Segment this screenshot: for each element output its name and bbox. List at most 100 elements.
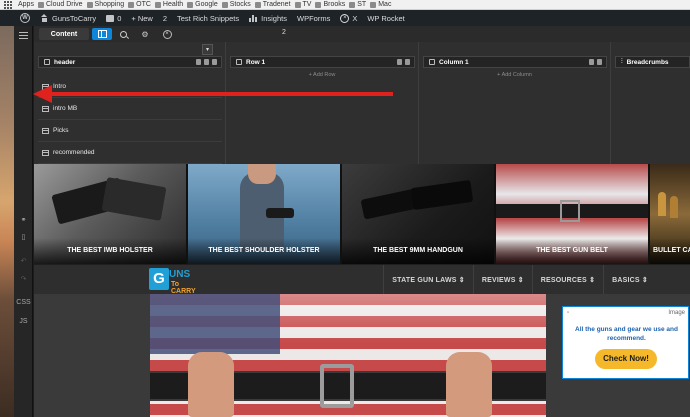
apps-grid-icon[interactable] bbox=[4, 1, 12, 9]
wp-logo-menu[interactable]: W bbox=[0, 10, 35, 26]
category-tile[interactable]: THE BEST IWB HOLSTER bbox=[34, 164, 186, 264]
gear-icon: ⚙ bbox=[141, 29, 149, 39]
list-item[interactable]: recommended bbox=[38, 142, 222, 164]
logo-subtitle: To CARRY bbox=[171, 281, 196, 295]
x-circle-icon: × bbox=[340, 13, 350, 23]
bookmark-label: Stocks bbox=[229, 1, 251, 8]
wordpress-icon: W bbox=[20, 13, 30, 23]
category-tile[interactable]: THE BEST GUN BELT bbox=[496, 164, 648, 264]
list-item[interactable]: intro MB bbox=[38, 98, 222, 120]
trash-icon[interactable] bbox=[212, 59, 217, 65]
row-block[interactable]: Row 1 bbox=[230, 56, 415, 68]
builder-side-rail: ⚭ ▯ ↶ ↷ CSS JS bbox=[14, 26, 33, 417]
search-icon[interactable] bbox=[196, 59, 201, 65]
copy-icon[interactable] bbox=[589, 59, 594, 65]
list-item[interactable]: Picks bbox=[38, 120, 222, 142]
header-block[interactable]: header bbox=[38, 56, 222, 68]
category-tile[interactable]: THE BEST SHOULDER HOLSTER bbox=[188, 164, 340, 264]
x-label: X bbox=[352, 13, 358, 23]
updates-badge[interactable]: 2 bbox=[158, 10, 172, 26]
device-icon[interactable]: ▯ bbox=[14, 233, 33, 241]
logo-letter: G bbox=[149, 268, 169, 290]
js-button[interactable]: JS bbox=[14, 318, 33, 325]
layout-button[interactable] bbox=[92, 28, 112, 40]
nav-state-gun-laws[interactable]: STATE GUN LAWS ⇕ bbox=[383, 265, 473, 295]
desktop-wallpaper bbox=[0, 26, 14, 417]
nav-resources[interactable]: RESOURCES ⇕ bbox=[531, 265, 603, 295]
bookmark-mac[interactable]: Mac bbox=[370, 1, 391, 8]
search-button[interactable] bbox=[112, 28, 134, 40]
insights-label: Insights bbox=[261, 13, 287, 23]
trash-icon[interactable] bbox=[597, 59, 602, 65]
collapse-toggle[interactable]: ▾ bbox=[202, 44, 213, 55]
settings-button[interactable]: ⚙ bbox=[134, 28, 156, 40]
search-icon bbox=[119, 30, 127, 38]
close-button[interactable]: × bbox=[156, 28, 178, 40]
breadcrumbs-column: ⫶ Breadcrumbs bbox=[611, 42, 690, 164]
folder-icon bbox=[221, 1, 228, 8]
bookmark-otc[interactable]: OTC bbox=[128, 1, 151, 8]
bookmark-stocks[interactable]: Stocks bbox=[221, 1, 251, 8]
builder-toolbar: Content ⚙ × 2 bbox=[34, 26, 690, 42]
comments-menu[interactable]: 0 bbox=[101, 10, 126, 26]
x-menu[interactable]: × X bbox=[335, 10, 362, 26]
site-logo[interactable]: G UNS To CARRY bbox=[149, 267, 199, 295]
close-icon: × bbox=[162, 29, 172, 39]
buckle-image bbox=[560, 200, 580, 222]
add-row-link[interactable]: + Add Row bbox=[226, 72, 418, 78]
block-tools bbox=[196, 59, 217, 65]
breadcrumbs-block[interactable]: ⫶ Breadcrumbs bbox=[615, 56, 690, 68]
wpforms-menu[interactable]: WPForms bbox=[292, 10, 335, 26]
bookmark-st[interactable]: ST bbox=[349, 1, 366, 8]
bookmark-label: Google bbox=[195, 1, 218, 8]
column-block-title: Column 1 bbox=[439, 58, 469, 66]
bookmark-cloud-drive[interactable]: Cloud Drive bbox=[37, 1, 83, 8]
new-content-menu[interactable]: + New bbox=[126, 10, 157, 26]
badge-count: 2 bbox=[162, 13, 167, 23]
bookmark-tv[interactable]: TV bbox=[294, 1, 311, 8]
css-button[interactable]: CSS bbox=[14, 299, 33, 306]
bookmark-brooks[interactable]: Brooks bbox=[315, 1, 345, 8]
category-image-strip: THE BEST IWB HOLSTER THE BEST SHOULDER H… bbox=[34, 164, 690, 264]
elements-icon[interactable]: ⚭ bbox=[14, 216, 33, 224]
category-tile-label: BULLET CA bbox=[650, 238, 690, 264]
nav-reviews[interactable]: REVIEWS ⇕ bbox=[472, 265, 532, 295]
category-tile-label: THE BEST 9MM HANDGUN bbox=[342, 238, 494, 264]
breadcrumbs-block-title: Breadcrumbs bbox=[626, 58, 669, 66]
trash-icon[interactable] bbox=[405, 59, 410, 65]
rich-snippets-menu[interactable]: Test Rich Snippets bbox=[172, 10, 244, 26]
add-column-link[interactable]: + Add Column bbox=[419, 72, 610, 78]
copy-icon[interactable] bbox=[204, 59, 209, 65]
category-tile[interactable]: BULLET CA bbox=[650, 164, 690, 264]
template-icon bbox=[42, 105, 49, 112]
category-tile-label: THE BEST GUN BELT bbox=[496, 238, 648, 264]
tab-content[interactable]: Content bbox=[39, 28, 89, 40]
category-tile[interactable]: THE BEST 9MM HANDGUN bbox=[342, 164, 494, 264]
bookmark-google[interactable]: Google bbox=[187, 1, 218, 8]
bookmark-tradenet[interactable]: Tradenet bbox=[254, 1, 291, 8]
insights-menu[interactable]: Insights bbox=[244, 10, 292, 26]
logo-word: UNS bbox=[169, 269, 191, 280]
home-icon bbox=[40, 14, 49, 22]
hamburger-menu-icon[interactable] bbox=[19, 32, 28, 39]
add-column-label: + Add Column bbox=[497, 72, 532, 78]
bookmark-label: Tradenet bbox=[262, 1, 291, 8]
wp-rocket-menu[interactable]: WP Rocket bbox=[362, 10, 409, 26]
check-now-button[interactable]: Check Now! bbox=[595, 349, 657, 369]
bookmark-apps[interactable]: Apps bbox=[18, 1, 34, 8]
nav-label: STATE GUN LAWS ⇕ bbox=[392, 277, 465, 284]
bookmark-shopping[interactable]: Shopping bbox=[86, 1, 124, 8]
bookmark-health[interactable]: Health bbox=[154, 1, 183, 8]
header-column: ▾ header Intro intro MB Picks recommende… bbox=[34, 42, 226, 164]
site-name-menu[interactable]: GunsToCarry bbox=[35, 10, 101, 26]
folder-icon bbox=[315, 1, 322, 8]
copy-icon[interactable] bbox=[397, 59, 402, 65]
column-block[interactable]: Column 1 bbox=[423, 56, 607, 68]
nav-basics[interactable]: BASICS ⇕ bbox=[603, 265, 656, 295]
redo-icon[interactable]: ↷ bbox=[14, 275, 33, 283]
block-tools bbox=[589, 59, 602, 65]
template-icon bbox=[42, 149, 49, 156]
undo-icon[interactable]: ↶ bbox=[14, 257, 33, 265]
new-label: + New bbox=[131, 13, 153, 23]
handgun-image bbox=[410, 179, 474, 211]
